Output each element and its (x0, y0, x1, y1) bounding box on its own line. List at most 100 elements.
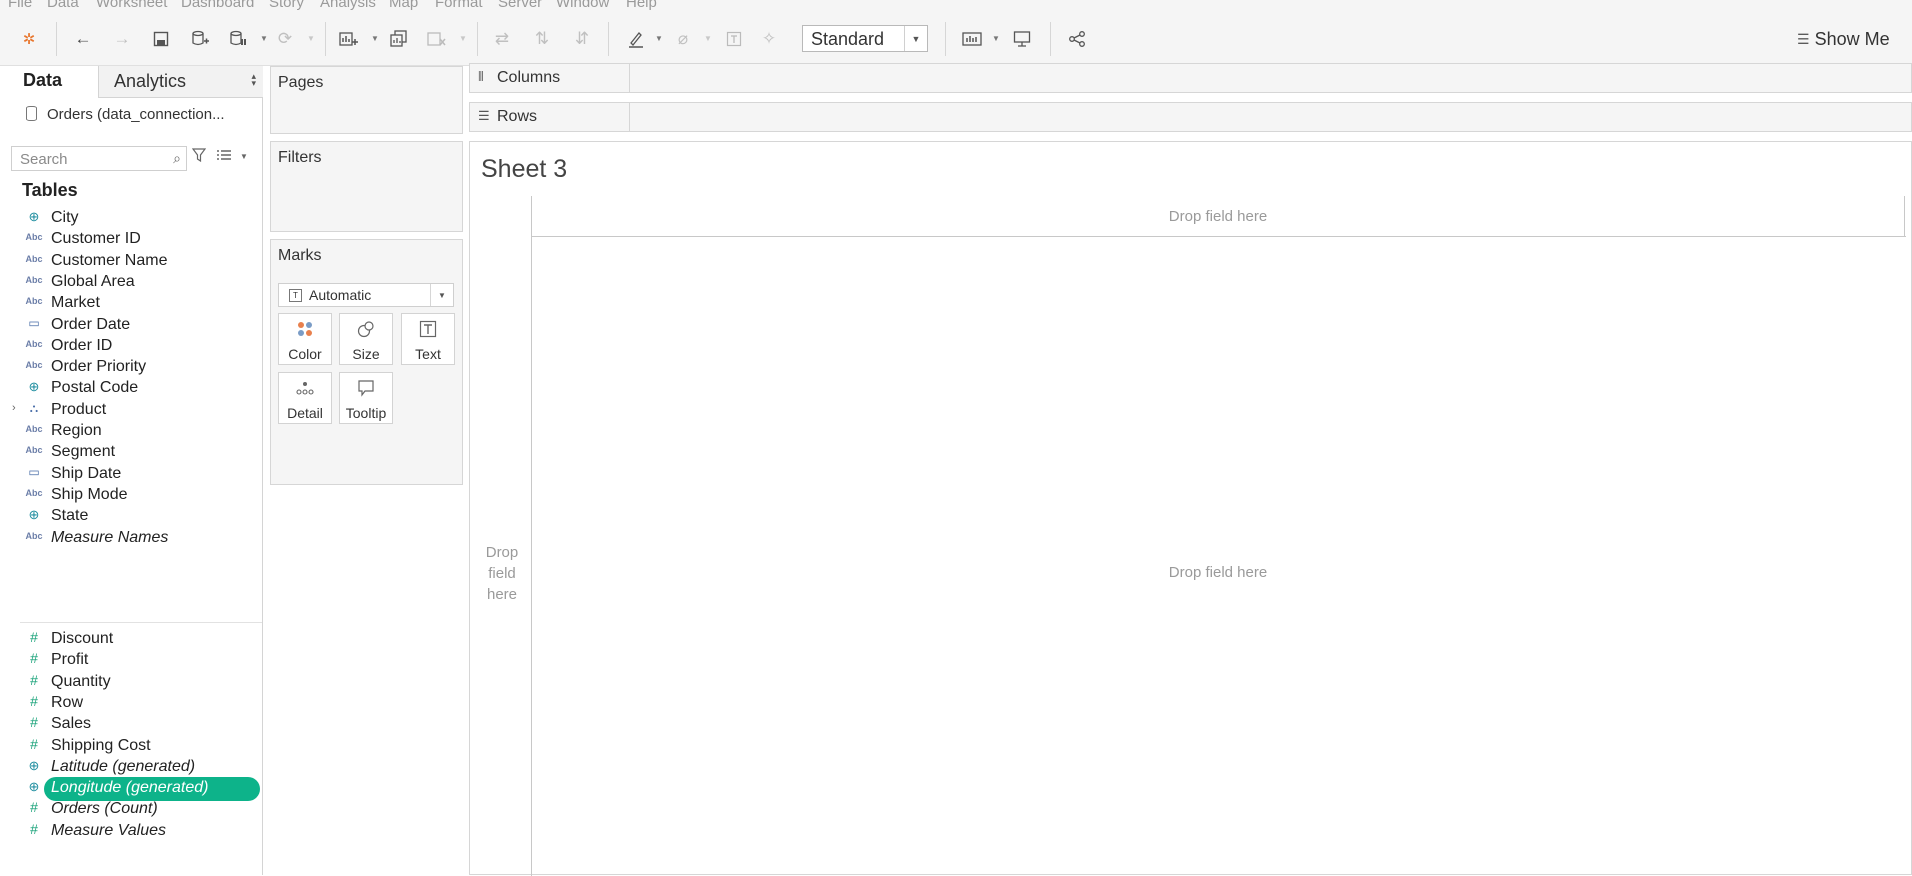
field-measure-names[interactable]: Abc Measure Names (0, 527, 262, 551)
tab-data[interactable]: Data (0, 66, 98, 98)
columns-shelf[interactable]: ⦀ Columns (469, 63, 1912, 93)
duplicate-sheet-icon[interactable] (386, 26, 412, 52)
expand-chevron-icon[interactable]: › (12, 402, 16, 414)
tooltip-button[interactable]: Tooltip (339, 372, 393, 424)
worksheet-view: Sheet 3 Drop field here Drop field here … (469, 141, 1912, 876)
drop-zone-rows-word: here (486, 586, 518, 603)
string-type-icon: Abc (25, 487, 43, 498)
menu-format[interactable]: Format (435, 0, 483, 11)
field-label: Discount (51, 630, 114, 647)
number-type-icon: # (30, 671, 38, 688)
string-type-icon: Abc (25, 296, 43, 307)
pause-updates-icon[interactable] (225, 26, 251, 52)
menu-data[interactable]: Data (47, 0, 79, 11)
color-button[interactable]: Color (278, 313, 332, 365)
group-members-dropdown[interactable]: ▼ (704, 34, 712, 43)
menu-map[interactable]: Map (389, 0, 418, 11)
field-label: Customer ID (51, 230, 141, 248)
view-options-dropdown[interactable]: ▼ (240, 152, 248, 161)
string-type-icon: Abc (25, 445, 43, 456)
sort-descending-icon[interactable]: ⇵ (569, 26, 595, 52)
toolbar-separator (608, 22, 609, 56)
new-data-source-icon[interactable] (187, 26, 213, 52)
filters-card[interactable]: Filters (270, 141, 463, 232)
text-label: Text (415, 346, 441, 362)
highlight-icon[interactable] (623, 26, 649, 52)
menu-file[interactable]: File (8, 0, 32, 11)
measures-divider (20, 622, 262, 623)
field-label: City (51, 209, 79, 226)
menu-story[interactable]: Story (269, 0, 304, 11)
show-mark-labels-icon[interactable] (721, 26, 747, 52)
marks-title: Marks (278, 247, 322, 264)
data-source-name: Orders (data_connection... (47, 106, 225, 123)
field-label: Sales (51, 715, 92, 733)
share-icon[interactable] (1064, 26, 1090, 52)
marks-card: Marks T Automatic ▼ Color Size Text Deta… (270, 239, 463, 485)
number-type-icon: # (30, 735, 38, 752)
color-label: Color (288, 346, 322, 362)
view-options-icon[interactable] (216, 149, 232, 164)
tables-heading: Tables (22, 180, 78, 200)
pages-card[interactable]: Pages (270, 66, 463, 134)
size-button[interactable]: Size (339, 313, 393, 365)
menu-help[interactable]: Help (626, 0, 657, 11)
clear-sheet-dropdown[interactable]: ▼ (459, 34, 467, 43)
menu-server[interactable]: Server (498, 0, 542, 11)
field-label: Row (51, 693, 84, 711)
sort-ascending-icon[interactable]: ⇅ (529, 26, 555, 52)
undo-icon[interactable]: ← (70, 26, 96, 52)
rows-shelf[interactable]: ☰ Rows (469, 102, 1912, 132)
fit-select[interactable]: Standard ▼ (802, 25, 928, 52)
number-type-icon: # (30, 650, 38, 667)
number-type-icon: # (30, 799, 38, 816)
refresh-icon[interactable]: ⟳ (272, 26, 298, 52)
drop-zone-view[interactable]: Drop field here (532, 564, 1904, 581)
field-label: Order Priority (51, 358, 147, 376)
drop-zone-rows[interactable]: Drop field here (480, 542, 524, 605)
menu-window[interactable]: Window (556, 0, 609, 11)
redo-icon[interactable]: → (109, 26, 135, 52)
highlight-dropdown[interactable]: ▼ (655, 34, 663, 43)
show-cards-icon[interactable] (959, 26, 985, 52)
field-label: Product (51, 400, 107, 418)
data-source-item[interactable]: Orders (data_connection... (0, 100, 262, 132)
refresh-dropdown[interactable]: ▼ (307, 34, 315, 43)
menu-analysis[interactable]: Analysis (320, 0, 376, 11)
search-input[interactable] (18, 150, 162, 169)
search-icon[interactable]: ⌕ (173, 150, 181, 167)
search-field[interactable]: ⌕ (11, 146, 187, 171)
drop-zone-columns[interactable]: Drop field here (532, 208, 1904, 225)
new-worksheet-icon[interactable] (336, 26, 362, 52)
filters-title: Filters (278, 149, 322, 166)
pages-title: Pages (278, 74, 324, 91)
new-worksheet-dropdown[interactable]: ▼ (371, 34, 379, 43)
menu-worksheet[interactable]: Worksheet (96, 0, 167, 11)
chevron-down-icon[interactable]: ▼ (430, 284, 453, 306)
chevron-down-icon[interactable]: ▼ (904, 26, 927, 51)
filter-icon[interactable] (191, 148, 207, 166)
pause-updates-dropdown[interactable]: ▼ (260, 34, 268, 43)
show-cards-dropdown[interactable]: ▼ (992, 34, 1000, 43)
show-me-button[interactable]: ☰ Show Me (1797, 27, 1890, 51)
tableau-logo-icon[interactable]: ✲ (16, 26, 42, 52)
detail-button[interactable]: Detail (278, 372, 332, 424)
group-members-icon[interactable]: ⌀ (670, 26, 696, 52)
mark-type-select[interactable]: T Automatic ▼ (278, 283, 454, 307)
clear-sheet-icon[interactable] (424, 26, 450, 52)
text-button[interactable]: Text (401, 313, 455, 365)
number-type-icon: # (30, 820, 38, 837)
data-pane: Data Analytics ▴ ▾ Orders (data_connectio… (0, 66, 263, 875)
menu-dashboard[interactable]: Dashboard (181, 0, 254, 11)
tab-analytics[interactable]: Analytics ▴ ▾ (98, 66, 263, 98)
string-type-icon: Abc (25, 530, 43, 541)
fix-axes-icon[interactable]: ✧ (756, 26, 782, 52)
save-icon[interactable] (148, 26, 174, 52)
swap-rows-columns-icon[interactable]: ⇄ (489, 26, 515, 52)
pane-menu-icon[interactable]: ▴ ▾ (251, 72, 256, 88)
field-label: Ship Mode (51, 485, 128, 503)
string-type-icon: Abc (25, 424, 43, 434)
sheet-title[interactable]: Sheet 3 (481, 155, 567, 184)
field-measure-values[interactable]: # Measure Values (0, 820, 262, 844)
presentation-mode-icon[interactable] (1009, 26, 1035, 52)
